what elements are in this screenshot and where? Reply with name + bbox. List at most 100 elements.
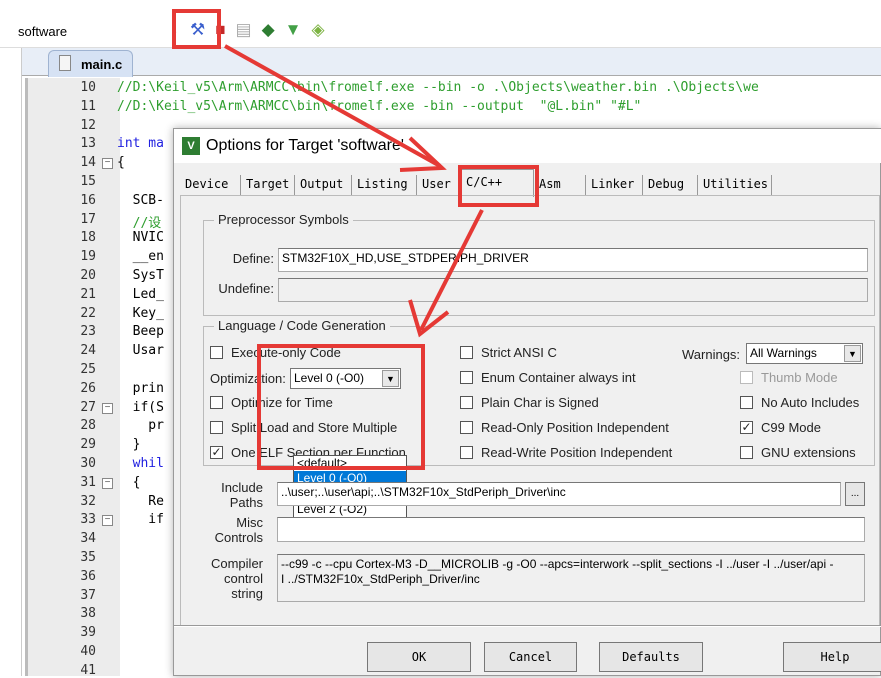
code-line: __en (117, 249, 164, 265)
line-number: 13 (80, 136, 96, 152)
checkbox-box[interactable] (460, 346, 473, 359)
fold-toggle-icon[interactable]: − (102, 477, 113, 489)
defaults-button[interactable]: Defaults (599, 642, 703, 672)
keil-app-icon: V (182, 137, 200, 155)
include-paths-input[interactable]: ..\user;..\user\api;..\STM32F10x_StdPeri… (277, 482, 841, 506)
checkbox-box[interactable] (740, 371, 753, 384)
checkbox-execute-only[interactable]: Execute-only Code (210, 345, 341, 360)
target-select[interactable]: software (18, 24, 67, 39)
checkbox-optimize-time[interactable]: Optimize for Time (210, 395, 333, 410)
line-number: 15 (80, 174, 96, 189)
line-number: 35 (80, 550, 96, 565)
tab-device[interactable]: Device (180, 175, 241, 195)
checkbox-box[interactable] (460, 421, 473, 434)
preprocessor-group: Preprocessor Symbols Define: STM32F10X_H… (203, 212, 875, 316)
code-line: NVIC (117, 230, 164, 246)
misc-controls-input[interactable] (277, 517, 865, 542)
checkbox-box[interactable] (460, 396, 473, 409)
fold-toggle-icon[interactable]: − (102, 158, 113, 170)
batch-icon[interactable]: ▤ (236, 20, 252, 40)
tab-asm[interactable]: Asm (534, 175, 586, 195)
checkbox-gnu[interactable]: GNU extensions (740, 445, 856, 460)
code-line: { (117, 155, 125, 171)
line-number: 25 (80, 362, 96, 377)
checkbox-rwpi[interactable]: Read-Write Position Independent (460, 445, 672, 460)
code-line: //D:\Keil_v5\Arm\ARMCC\bin\fromelf.exe -… (117, 80, 759, 95)
dropdown-arrow-icon[interactable]: ▼ (844, 345, 861, 362)
include-paths-label: Include Paths (221, 480, 263, 510)
tab-user[interactable]: User (417, 175, 460, 195)
optimization-option[interactable]: <default> (294, 456, 406, 471)
code-line: Re (117, 493, 164, 509)
checkbox-box[interactable] (460, 371, 473, 384)
line-number: 11 (80, 98, 96, 114)
misc-controls-label: Misc Controls (214, 515, 263, 545)
fold-toggle-icon[interactable]: − (102, 402, 113, 414)
cancel-button[interactable]: Cancel (484, 642, 577, 672)
compiler-string-readout: --c99 -c --cpu Cortex-M3 -D__MICROLIB -g… (277, 554, 865, 602)
dropdown-arrow-icon[interactable]: ▼ (382, 370, 399, 387)
pack-installer-icon[interactable]: ◆ (262, 20, 275, 40)
code-line: Key_ (117, 305, 164, 321)
tab-debug[interactable]: Debug (643, 175, 698, 195)
checkbox-plain-char[interactable]: Plain Char is Signed (460, 395, 599, 410)
line-number: 31 (80, 474, 96, 490)
compiler-string-label: Compiler control string (210, 556, 263, 601)
warnings-select[interactable]: All Warnings ▼ (746, 343, 863, 364)
code-line: } (117, 437, 141, 453)
checkbox-thumb[interactable]: Thumb Mode (740, 370, 838, 385)
checkmark-icon[interactable]: ✓ (210, 446, 223, 459)
code-line: whil (117, 456, 164, 471)
checkbox-box[interactable] (460, 446, 473, 459)
checkbox-box[interactable] (740, 396, 753, 409)
chevron-down-icon[interactable]: ⌄ (170, 26, 178, 37)
build-icon[interactable]: ■ (215, 20, 225, 40)
project-panel-edge (0, 48, 22, 676)
manage-components-icon[interactable]: ▼ (285, 20, 302, 40)
checkbox-c99[interactable]: ✓ C99 Mode (740, 420, 821, 435)
checkbox-box[interactable] (210, 346, 223, 359)
checkbox-label: Read-Only Position Independent (481, 420, 669, 435)
code-line: int ma (117, 136, 164, 152)
select-pack-icon[interactable]: ◈ (312, 20, 325, 40)
line-number: 30 (80, 456, 96, 471)
checkbox-box[interactable] (210, 421, 223, 434)
checkbox-label: GNU extensions (761, 445, 856, 460)
line-number: 37 (80, 587, 96, 603)
checkbox-split-load[interactable]: Split Load and Store Multiple (210, 420, 397, 435)
help-button[interactable]: Help (783, 642, 881, 672)
fold-toggle-icon[interactable]: − (102, 515, 113, 527)
code-line: //D:\Keil_v5\Arm\ARMCC\bin\fromelf.exe -… (117, 98, 642, 114)
undefine-label: Undefine: (218, 281, 274, 296)
define-input[interactable]: STM32F10X_HD,USE_STDPERIPH_DRIVER (278, 248, 868, 272)
tab-utilities[interactable]: Utilities (698, 175, 772, 195)
code-line: { (117, 474, 141, 490)
checkbox-box[interactable] (210, 396, 223, 409)
tab-cc[interactable]: C/C++ (460, 169, 534, 197)
checkbox-enum-int[interactable]: Enum Container always int (460, 370, 636, 385)
file-icon (59, 55, 71, 71)
checkbox-label: Split Load and Store Multiple (231, 420, 398, 435)
undefine-input[interactable] (278, 278, 868, 302)
optimization-select[interactable]: Level 0 (-O0) ▼ (290, 368, 401, 389)
checkmark-icon[interactable]: ✓ (740, 421, 753, 434)
tab-target[interactable]: Target (241, 175, 295, 195)
checkbox-box[interactable] (740, 446, 753, 459)
cc-tab-panel: Preprocessor Symbols Define: STM32F10X_H… (180, 195, 880, 625)
define-label: Define: (232, 251, 274, 266)
line-number: 26 (80, 380, 96, 396)
file-tab-main-c[interactable]: main.c (48, 50, 133, 77)
preprocessor-title: Preprocessor Symbols (214, 212, 353, 227)
separator (174, 625, 881, 627)
tab-linker[interactable]: Linker (586, 175, 643, 195)
checkbox-ropi[interactable]: Read-Only Position Independent (460, 420, 669, 435)
tab-output[interactable]: Output (295, 175, 352, 195)
ok-button[interactable]: OK (367, 642, 471, 672)
checkbox-strict-ansi[interactable]: Strict ANSI C (460, 345, 557, 360)
line-number: 32 (80, 493, 96, 509)
magic-wand-options-icon[interactable]: ⚒ (190, 20, 205, 40)
browse-include-button[interactable]: ... (845, 482, 865, 506)
checkbox-label: Read-Write Position Independent (481, 445, 673, 460)
checkbox-no-auto[interactable]: No Auto Includes (740, 395, 859, 410)
tab-listing[interactable]: Listing (352, 175, 417, 195)
